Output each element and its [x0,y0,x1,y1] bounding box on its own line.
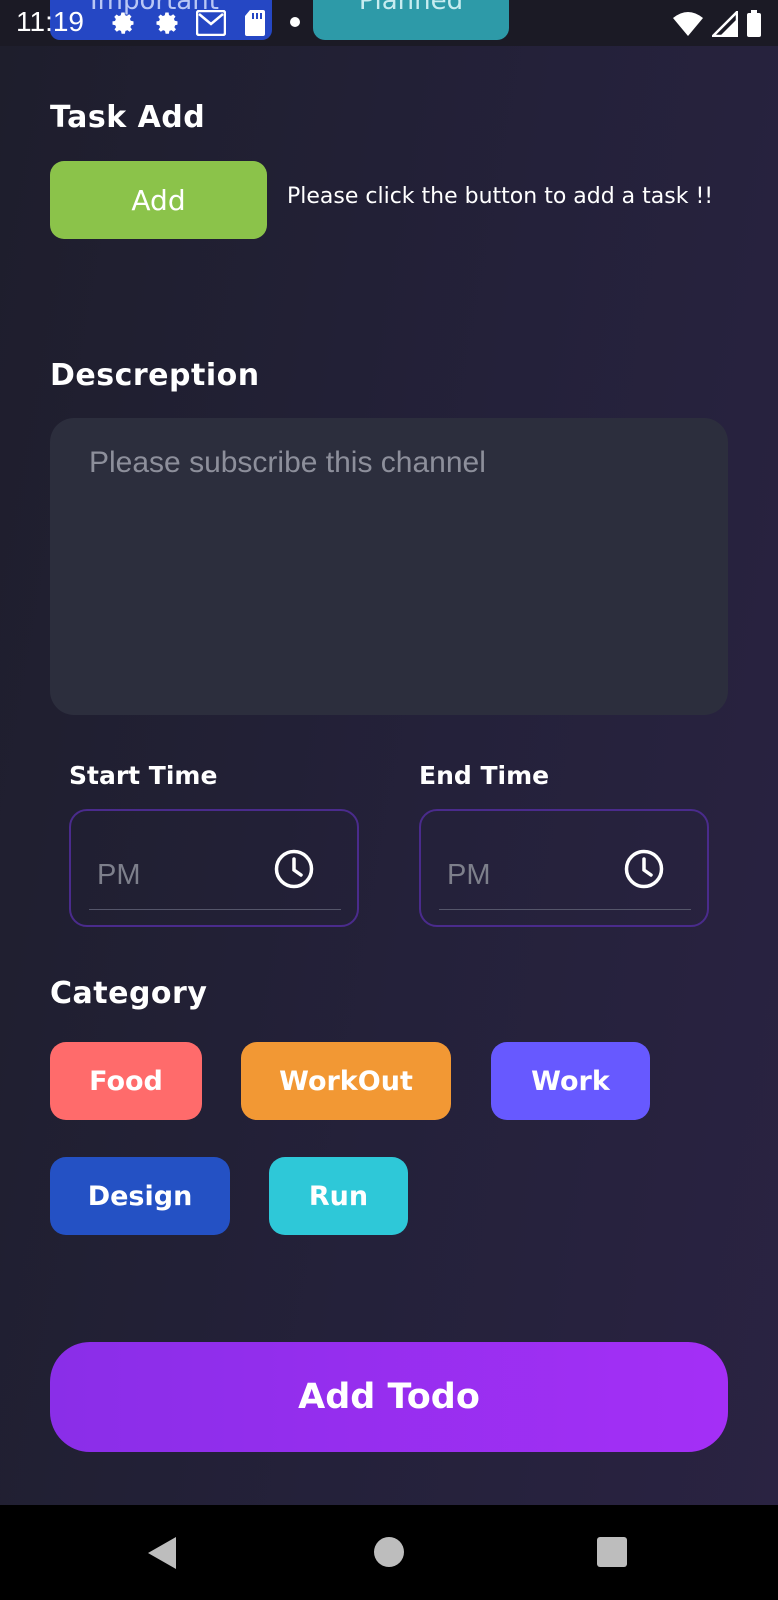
add-todo-button[interactable]: Add Todo [50,1342,728,1452]
start-time-underline [89,909,341,910]
category-heading: Category [50,976,208,1011]
start-time-placeholder: PM [97,859,141,891]
sd-card-icon [238,6,272,40]
notification-dot [290,17,300,27]
signal-icon [709,8,739,41]
category-work[interactable]: Work [491,1042,650,1120]
notification-icons [106,6,272,40]
settings-icon [106,6,140,40]
gmail-icon [194,6,228,40]
description-heading: Descreption [50,358,260,393]
recents-icon[interactable] [597,1537,627,1567]
task-add-heading: Task Add [50,100,206,135]
category-food[interactable]: Food [50,1042,202,1120]
system-nav-bar [0,1505,778,1600]
description-input[interactable] [89,446,689,687]
add-task-button[interactable]: Add [50,161,267,239]
description-field[interactable] [50,418,728,715]
category-workout[interactable]: WorkOut [241,1042,451,1120]
end-time-placeholder: PM [447,859,491,891]
tab-planned-label: Planned [358,0,464,16]
settings-icon [150,6,184,40]
start-time-field[interactable]: PM [69,809,359,927]
end-time-underline [439,909,691,910]
category-design[interactable]: Design [50,1157,230,1235]
category-run[interactable]: Run [269,1157,408,1235]
home-icon[interactable] [374,1537,404,1567]
end-time-field[interactable]: PM [419,809,709,927]
back-icon[interactable] [146,1535,178,1575]
clock-icon[interactable] [623,848,665,890]
status-time: 11:19 [16,6,84,37]
clock-icon[interactable] [273,848,315,890]
system-icons [672,8,762,42]
battery-icon [746,10,762,42]
wifi-icon [672,11,704,41]
tab-planned[interactable]: Planned [313,0,509,40]
start-time-label: Start Time [69,761,218,790]
add-task-hint: Please click the button to add a task !! [287,184,714,209]
end-time-label: End Time [419,761,550,790]
